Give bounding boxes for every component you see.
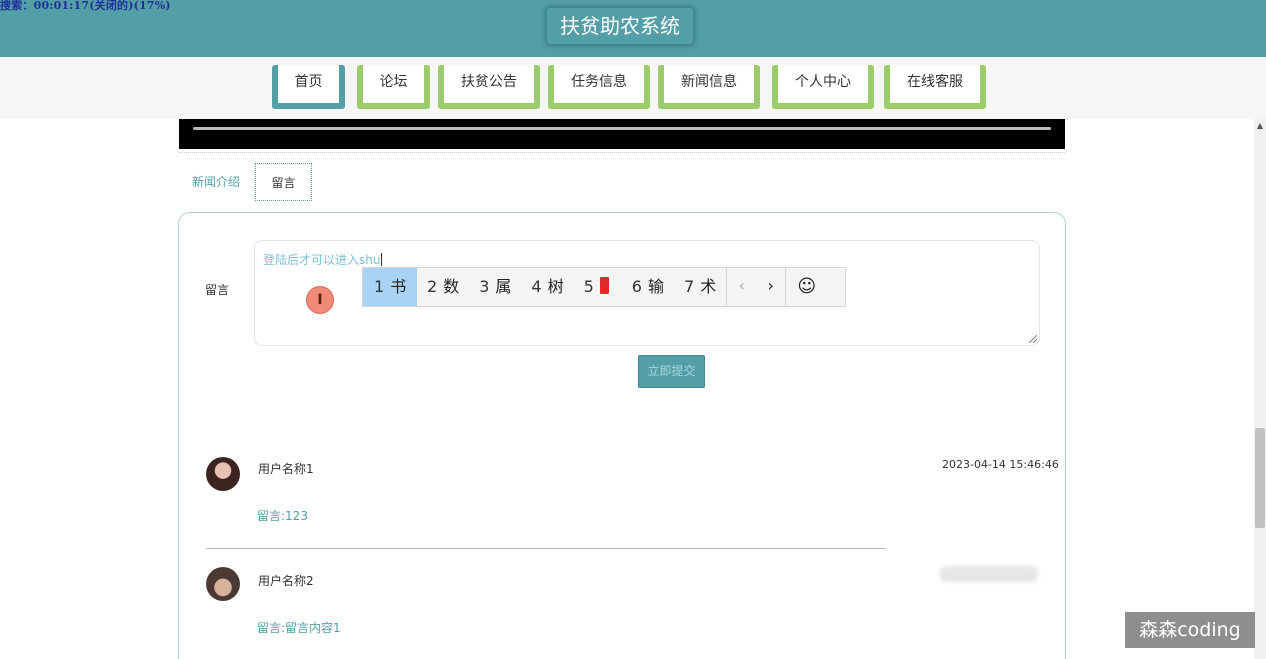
divider <box>179 152 1065 153</box>
scrollbar-thumb[interactable] <box>1255 428 1265 528</box>
video-player[interactable] <box>179 119 1065 149</box>
page-scrollbar[interactable] <box>1254 119 1266 659</box>
recorder-overlay: 搜索：00:01:17(关闭的)(17%) <box>0 0 171 12</box>
ime-candidate[interactable]: 1书 <box>363 268 417 306</box>
blurred-timestamp <box>940 566 1038 582</box>
tab-news-intro[interactable]: 新闻介绍 <box>186 163 246 201</box>
comment-text: 留言:留言内容1 <box>257 621 341 635</box>
chevron-right-icon[interactable]: › <box>756 268 785 306</box>
nav-item-profile[interactable]: 个人中心 <box>772 65 874 109</box>
nav-item-forum[interactable]: 论坛 <box>357 65 430 109</box>
ime-candidate[interactable]: 6输 <box>622 268 674 306</box>
site-header: 扶贫助农系统 <box>0 0 1266 57</box>
tab-message[interactable]: 留言 <box>255 163 312 201</box>
nav-item-announcement[interactable]: 扶贫公告 <box>438 65 540 109</box>
ime-candidate[interactable]: 3属 <box>469 268 521 306</box>
textarea-value: 登陆后才可以进入shu <box>263 253 381 267</box>
main-nav: 首页 论坛 扶贫公告 任务信息 新闻信息 个人中心 在线客服 <box>0 57 1266 119</box>
comment-divider <box>206 548 886 549</box>
comment-text: 留言:123 <box>257 509 308 523</box>
watermark: 森森coding <box>1125 612 1255 648</box>
scroll-up-arrow-icon[interactable]: ▲ <box>1255 121 1265 131</box>
book-icon <box>599 277 612 294</box>
video-progress-bar[interactable] <box>193 127 1051 130</box>
site-title: 扶贫助农系统 <box>546 7 694 45</box>
nav-item-news[interactable]: 新闻信息 <box>658 65 760 109</box>
chevron-left-icon[interactable]: ‹ <box>727 268 756 306</box>
avatar <box>206 567 240 601</box>
nav-item-tasks[interactable]: 任务信息 <box>548 65 650 109</box>
comment-username: 用户名称1 <box>258 462 314 476</box>
text-caret <box>381 253 383 266</box>
ime-candidate[interactable]: 4树 <box>521 268 573 306</box>
nav-item-support[interactable]: 在线客服 <box>884 65 986 109</box>
ime-candidate[interactable]: 7术 <box>674 268 726 306</box>
comment-timestamp: 2023-04-14 15:46:46 <box>942 458 1059 471</box>
ime-candidate[interactable]: 2数 <box>417 268 469 306</box>
text-cursor-icon: I <box>306 286 334 314</box>
comment-username: 用户名称2 <box>258 574 314 588</box>
ime-candidate[interactable]: 5 <box>574 268 622 306</box>
resize-grip-icon[interactable] <box>1029 335 1037 343</box>
emoji-icon[interactable]: ☺ <box>786 268 827 306</box>
nav-item-home[interactable]: 首页 <box>272 65 345 109</box>
message-label: 留言 <box>205 283 230 297</box>
avatar <box>206 457 240 491</box>
submit-button[interactable]: 立即提交 <box>638 355 705 388</box>
ime-candidate-bar: 1书 2数 3属 4树 5 6输 7术 ‹ › ☺ <box>362 267 846 307</box>
